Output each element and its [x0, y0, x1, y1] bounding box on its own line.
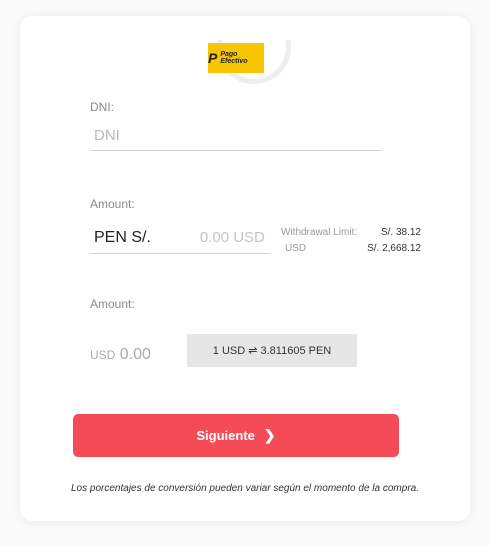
usd-amount: USD 0.00 — [90, 346, 151, 364]
currency-pen: PEN S/. — [94, 228, 151, 246]
withdrawal-limit-pen: S/. 38.12 — [380, 227, 421, 238]
payment-card: P Pago Efectivo DNI: Amount: PEN S/. Wit… — [20, 16, 470, 521]
dni-label: DNI: — [90, 100, 114, 114]
logo-text: Pago Efectivo — [220, 51, 248, 65]
withdrawal-limit-label: Withdrawal Limit: — [281, 227, 358, 238]
logo-letter: P — [208, 49, 218, 66]
siguiente-label: Siguiente — [196, 428, 255, 443]
amount-input[interactable] — [158, 228, 267, 247]
conversion-note: Los porcentajes de conversión pueden var… — [71, 483, 419, 494]
amount-usd-label: Amount: — [90, 297, 135, 311]
withdrawal-limit-usd-label: USD — [285, 243, 307, 254]
usd-value: 0.00 — [119, 346, 151, 363]
withdrawal-limit-usd: S/. 2,668.12 — [367, 243, 421, 254]
siguiente-button[interactable]: Siguiente ❯ — [73, 414, 399, 457]
withdrawal-limit: Withdrawal Limit: S/. 38.12 USD S/. 2,66… — [281, 225, 421, 257]
usd-currency: USD — [90, 348, 116, 362]
chevron-right-icon: ❯ — [263, 427, 276, 443]
amount-label: Amount: — [90, 197, 135, 211]
dni-input[interactable] — [90, 120, 382, 151]
amount-pen-field: PEN S/. — [90, 222, 270, 254]
exchange-rate-badge: 1 USD ⇌ 3.811605 PEN — [187, 334, 357, 367]
pagoefectivo-logo: P Pago Efectivo — [208, 43, 264, 73]
